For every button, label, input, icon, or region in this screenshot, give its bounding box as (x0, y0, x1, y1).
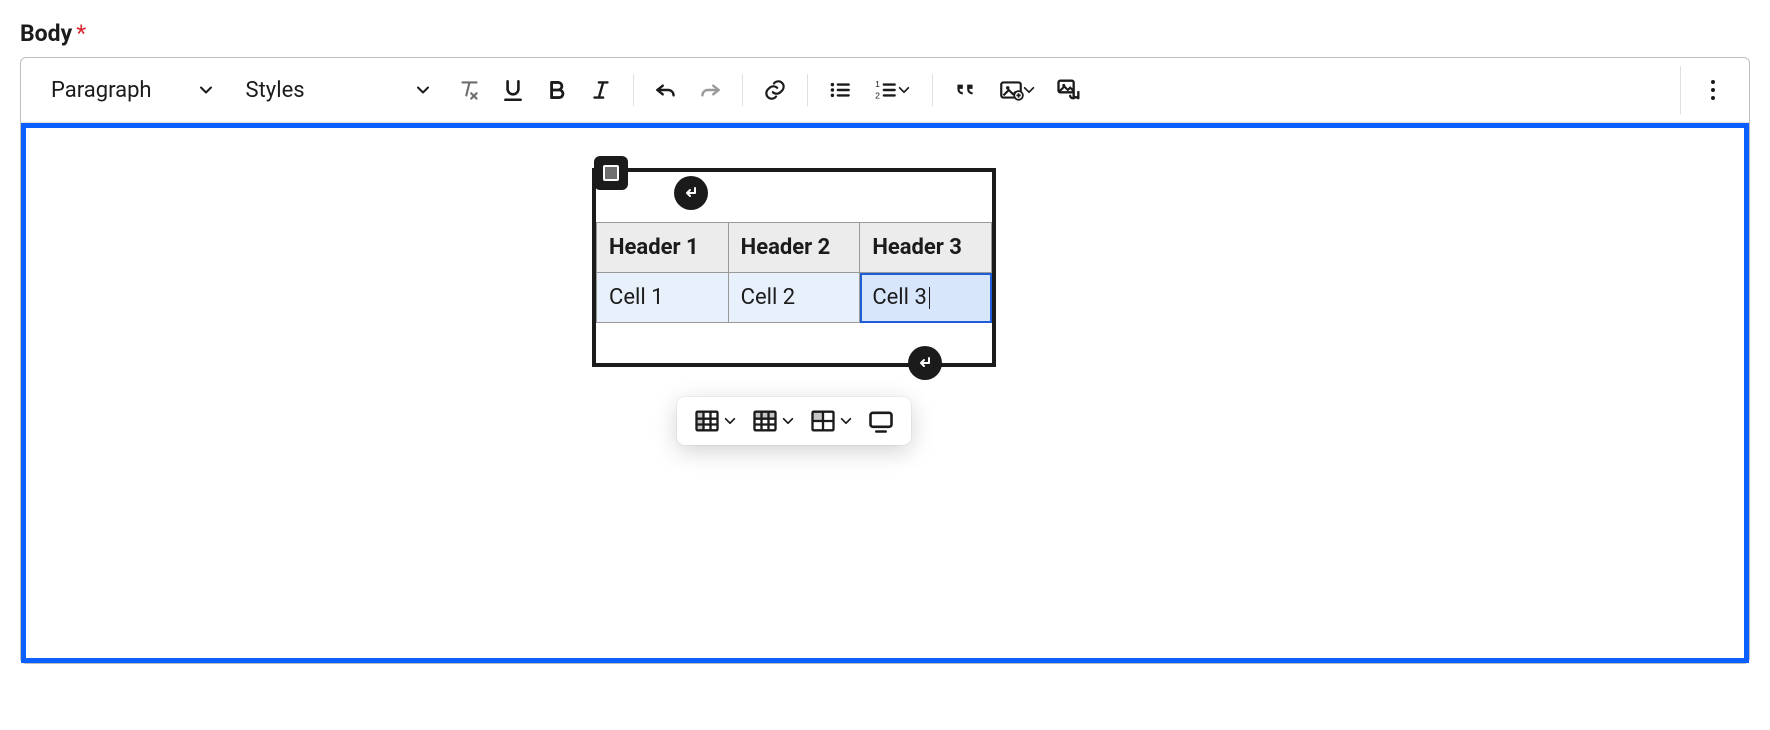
table-header-cell[interactable]: Header 2 (728, 223, 860, 273)
editor-content-area[interactable]: Header 1 Header 2 Header 3 Cell 1 Cell 2… (21, 123, 1749, 663)
block-format-label: Paragraph (51, 78, 152, 103)
cell-text: Cell 2 (741, 285, 796, 310)
enter-icon (917, 355, 933, 371)
required-indicator: * (76, 20, 86, 47)
media-button[interactable] (1049, 70, 1089, 110)
chevron-down-icon (198, 82, 214, 98)
toolbar: Paragraph Styles (21, 58, 1749, 123)
undo-icon (653, 77, 679, 103)
header-text: Header 3 (872, 235, 962, 260)
link-button[interactable] (755, 70, 795, 110)
image-icon (998, 77, 1024, 103)
table-row: Cell 1 Cell 2 Cell 3 (597, 273, 992, 323)
enter-icon (683, 185, 699, 201)
svg-text:2: 2 (875, 91, 880, 101)
media-icon (1055, 76, 1083, 104)
redo-button[interactable] (690, 70, 730, 110)
bold-button[interactable] (537, 70, 577, 110)
field-label-text: Body (20, 20, 72, 47)
table-cell-active[interactable]: Cell 3 (860, 273, 992, 323)
chevron-down-icon (781, 414, 795, 428)
redo-icon (697, 77, 723, 103)
chevron-down-icon (1022, 83, 1036, 97)
drag-handle-icon (603, 165, 619, 181)
insert-paragraph-after-button[interactable] (908, 346, 942, 380)
kebab-icon (1709, 78, 1717, 102)
editor: Paragraph Styles (20, 57, 1750, 664)
table-column-icon (693, 407, 721, 435)
table-header-cell[interactable]: Header 1 (597, 223, 729, 273)
merge-cells-icon (809, 407, 837, 435)
table-container: Header 1 Header 2 Header 3 Cell 1 Cell 2… (596, 172, 992, 363)
numbered-list-dropdown[interactable]: 12 (864, 70, 920, 110)
svg-text:1: 1 (875, 79, 880, 89)
table-header-cell[interactable]: Header 3 (860, 223, 992, 273)
more-options-button[interactable] (1693, 70, 1733, 110)
field-label: Body* (20, 20, 1750, 47)
quote-icon (952, 77, 978, 103)
monitor-icon (867, 407, 895, 435)
styles-label: Styles (246, 78, 305, 103)
separator (807, 74, 808, 106)
cell-text: Cell 1 (609, 285, 664, 310)
chevron-down-icon (897, 83, 911, 97)
chevron-down-icon (415, 82, 431, 98)
separator (742, 74, 743, 106)
table-row-dropdown[interactable] (745, 403, 801, 439)
undo-button[interactable] (646, 70, 686, 110)
text-cursor (929, 287, 930, 309)
bullet-list-icon (827, 77, 853, 103)
table-balloon-toolbar (677, 397, 911, 445)
separator (932, 74, 933, 106)
block-format-dropdown[interactable]: Paragraph (37, 72, 228, 109)
link-icon (762, 77, 788, 103)
table-widget[interactable]: Header 1 Header 2 Header 3 Cell 1 Cell 2… (592, 168, 996, 367)
table-drag-handle[interactable] (594, 156, 628, 190)
header-text: Header 2 (741, 235, 831, 260)
table-properties-button[interactable] (861, 403, 901, 439)
numbered-list-icon: 12 (873, 77, 899, 103)
underline-icon (500, 77, 526, 103)
table-row-icon (751, 407, 779, 435)
table-cell[interactable]: Cell 2 (728, 273, 860, 323)
header-text: Header 1 (609, 235, 699, 260)
chevron-down-icon (723, 414, 737, 428)
italic-button[interactable] (581, 70, 621, 110)
merge-cells-dropdown[interactable] (803, 403, 859, 439)
bullet-list-button[interactable] (820, 70, 860, 110)
clear-formatting-icon (456, 77, 482, 103)
underline-button[interactable] (493, 70, 533, 110)
table-header-row: Header 1 Header 2 Header 3 (597, 223, 992, 273)
content-table[interactable]: Header 1 Header 2 Header 3 Cell 1 Cell 2… (596, 222, 992, 323)
bold-icon (544, 77, 570, 103)
insert-paragraph-before-button[interactable] (674, 176, 708, 210)
italic-icon (588, 77, 614, 103)
separator (633, 74, 634, 106)
blockquote-button[interactable] (945, 70, 985, 110)
table-cell[interactable]: Cell 1 (597, 273, 729, 323)
separator (1680, 66, 1681, 114)
image-dropdown[interactable] (989, 70, 1045, 110)
clear-formatting-button[interactable] (449, 70, 489, 110)
cell-text: Cell 3 (872, 285, 927, 310)
table-column-dropdown[interactable] (687, 403, 743, 439)
chevron-down-icon (839, 414, 853, 428)
styles-dropdown[interactable]: Styles (232, 72, 445, 109)
